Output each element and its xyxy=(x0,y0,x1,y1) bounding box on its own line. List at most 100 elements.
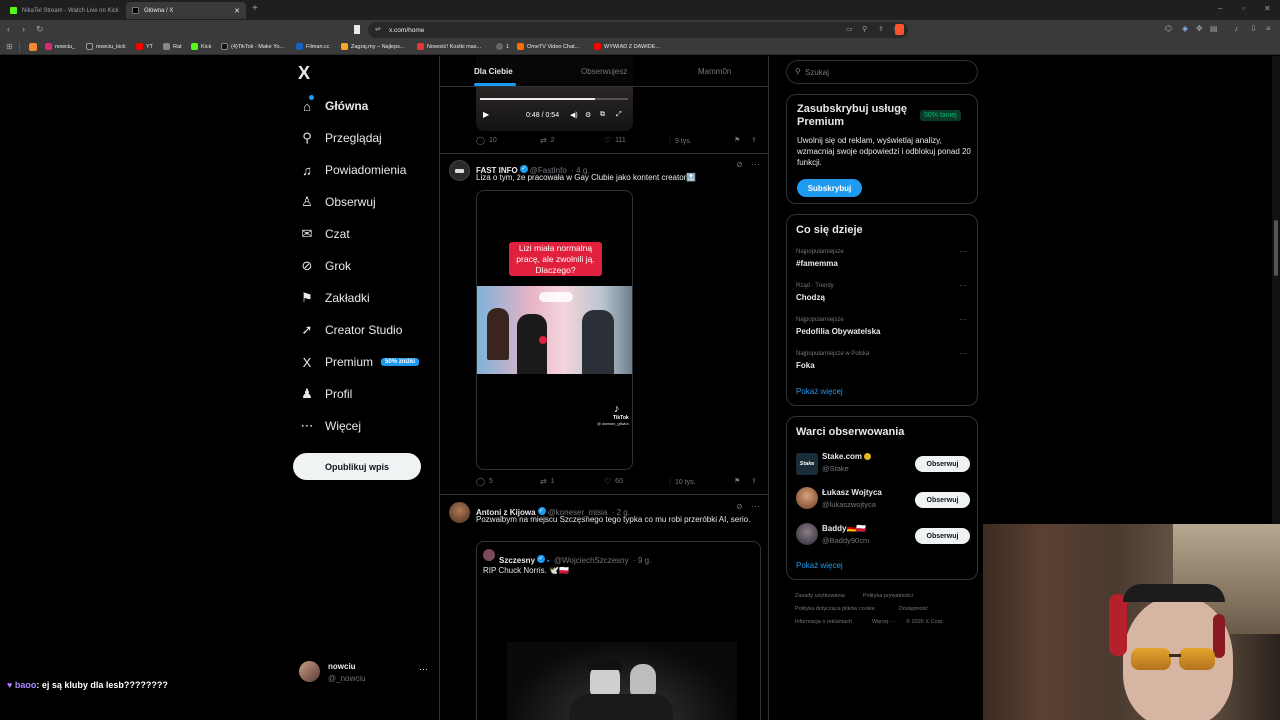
nav-item-g-wna[interactable]: ⌂ Główna xyxy=(298,93,368,119)
music-icon[interactable]: ♪ xyxy=(1234,24,1238,33)
nav-item-przegl-daj[interactable]: ⚲ Przeglądaj xyxy=(298,125,381,151)
play-icon[interactable]: ▶ xyxy=(483,110,489,119)
reply-button[interactable]: ◯ 5 xyxy=(476,477,493,486)
close-window-icon[interactable]: ✕ xyxy=(1264,4,1271,13)
tab-for-you[interactable]: Dla Ciebie xyxy=(474,67,513,76)
tab-following[interactable]: Obserwujesz xyxy=(581,67,627,76)
bookmark-tiktok[interactable]: (4)TikTok - Make Yo... xyxy=(221,43,284,50)
repost-button[interactable]: ⇄ 2 xyxy=(540,136,555,145)
trend-more-icon[interactable]: ··· xyxy=(959,281,967,290)
minimize-icon[interactable]: – xyxy=(1218,4,1222,13)
bookmark-nowciu[interactable]: nowciu_ xyxy=(45,43,75,50)
antoni-avatar[interactable] xyxy=(449,502,470,523)
footer-ads-link[interactable]: Informacja o reklamach xyxy=(795,619,852,625)
zoom-icon[interactable]: ⚲ xyxy=(862,25,867,33)
extension-2-icon[interactable]: ◈ xyxy=(1182,24,1188,33)
share-icon[interactable]: ⇪ xyxy=(751,477,757,485)
volume-icon[interactable]: ◀) xyxy=(570,111,578,119)
grok-icon[interactable]: ⊘ xyxy=(736,160,743,169)
footer-accessibility-link[interactable]: Dostępność xyxy=(899,606,928,612)
sidebar-icon[interactable]: ▤ xyxy=(1210,24,1218,33)
footer-more-link[interactable]: Więcej ··· xyxy=(872,619,896,625)
more-icon[interactable]: ··· xyxy=(751,501,760,511)
back-icon[interactable]: ‹ xyxy=(7,24,10,34)
tab-kick-stream[interactable]: NikaTel Stream - Watch Live on Kick xyxy=(4,2,122,19)
url-input[interactable]: ⇌ x.com/home ▭ ⚲ ⇪ ☆ xyxy=(368,22,908,38)
scrollbar-thumb[interactable] xyxy=(1274,220,1278,276)
bookmark-rat[interactable]: Rat xyxy=(163,43,182,50)
forward-icon[interactable]: › xyxy=(22,24,25,34)
more-icon[interactable]: ··· xyxy=(751,159,760,169)
tweet-video[interactable]: Lizi miała normalną pracę, ale zwolnili … xyxy=(476,190,633,470)
bookmark-filman[interactable]: Filman.cc xyxy=(296,43,330,50)
bookmark-folder-icon[interactable] xyxy=(29,43,37,51)
download-icon[interactable]: ⇩ xyxy=(1250,24,1257,33)
follow-name[interactable]: Łukasz Wojtyca xyxy=(822,488,882,497)
bookmark-nowciu-kick[interactable]: nowciu_kick xyxy=(86,43,126,50)
video-progress-track[interactable] xyxy=(480,98,628,100)
nav-item-premium[interactable]: X Premium 50% zniżki xyxy=(298,349,420,375)
follow-name[interactable]: Stake.com xyxy=(822,452,872,461)
screen-icon[interactable]: ▭ xyxy=(846,25,853,33)
footer-cookie-link[interactable]: Polityka dotycząca plików cookie xyxy=(795,606,875,612)
nav-item-creator-studio[interactable]: ➚ Creator Studio xyxy=(298,317,403,343)
x-logo[interactable]: X xyxy=(298,63,310,84)
follow-name[interactable]: Baddy🇩🇪🇵🇱 xyxy=(822,524,866,533)
fastinfo-avatar[interactable] xyxy=(449,160,470,181)
extension-icon[interactable]: ⌬ xyxy=(1165,24,1172,33)
footer-terms-link[interactable]: Zasady użytkowania xyxy=(795,593,845,599)
grok-icon[interactable]: ⊘ xyxy=(736,502,743,511)
trend-more-icon[interactable]: ··· xyxy=(959,247,967,256)
search-input[interactable]: ⚲ Szukaj xyxy=(786,60,978,84)
bookmark-zagraj[interactable]: Zagraj.my – Najleps... xyxy=(341,43,405,50)
bookmark-ometv[interactable]: OmeTV Video Chat... xyxy=(517,43,579,50)
quote-tweet[interactable]: Szczesny ✓ ▪ @WojciechSzczesny · 9 g. RIP … xyxy=(476,541,761,720)
baddy-avatar[interactable] xyxy=(796,523,818,545)
brave-shield-icon[interactable] xyxy=(895,24,904,35)
close-tab-icon[interactable]: ✕ xyxy=(234,7,240,15)
repost-button[interactable]: ⇄ 1 xyxy=(540,477,555,486)
tab-x-home[interactable]: Główna / X ✕ xyxy=(126,2,246,19)
trends-show-more-link[interactable]: Pokaż więcej xyxy=(796,387,843,396)
account-switcher[interactable]: nowciu @_nowciu ··· xyxy=(298,658,438,686)
nav-item-zak-adki[interactable]: ⚑ Zakładki xyxy=(298,285,370,311)
follow-button[interactable]: Obserwuj xyxy=(915,492,970,508)
nav-item-wi-cej[interactable]: ⋯ Więcej xyxy=(298,413,362,439)
nav-item-grok[interactable]: ⊘ Grok xyxy=(298,253,351,279)
bookmark-1[interactable]: 1 xyxy=(496,43,509,50)
like-button[interactable]: ♡ 111 xyxy=(604,136,626,145)
footer-privacy-link[interactable]: Polityka prywatności xyxy=(863,593,913,599)
like-button[interactable]: ♡ 60 xyxy=(604,477,623,486)
pip-icon[interactable]: ⧉ xyxy=(600,111,605,119)
stake-avatar[interactable]: Stake xyxy=(796,453,818,475)
views-button[interactable]: ⫶ 10 tys. xyxy=(669,477,696,487)
account-menu-icon[interactable]: ··· xyxy=(419,664,428,674)
bookmark-kick[interactable]: Kick xyxy=(191,43,211,50)
share-icon[interactable]: ⇪ xyxy=(751,136,757,144)
reply-button[interactable]: ◯ 10 xyxy=(476,136,497,145)
bookmark-kostki[interactable]: Nowość! Kostki mas... xyxy=(417,43,481,50)
tab-mammon[interactable]: Mamm0n xyxy=(698,67,731,76)
nav-item-powiadomienia[interactable]: ♫ Powiadomienia xyxy=(298,157,406,183)
nav-item-czat[interactable]: ✉ Czat xyxy=(298,221,350,247)
trend-more-icon[interactable]: ··· xyxy=(959,315,967,324)
follow-show-more-link[interactable]: Pokaż więcej xyxy=(796,561,843,570)
puzzle-icon[interactable]: ✥ xyxy=(1196,24,1203,33)
maximize-icon[interactable]: ▫ xyxy=(1242,4,1245,13)
follow-button[interactable]: Obserwuj xyxy=(915,456,970,472)
post-button[interactable]: Opublikuj wpis xyxy=(293,453,421,480)
menu-icon[interactable]: ≡ xyxy=(1266,24,1271,33)
trend-more-icon[interactable]: ··· xyxy=(959,349,967,358)
fullscreen-icon[interactable]: ⤢ xyxy=(616,111,622,119)
share-icon[interactable]: ⇪ xyxy=(878,25,884,33)
settings-icon[interactable]: ⚙ xyxy=(585,111,591,119)
bookmark-icon[interactable]: ⚑ xyxy=(734,136,740,144)
bookmark-page-icon[interactable] xyxy=(354,25,360,34)
apps-grid-icon[interactable]: ⊞ xyxy=(6,42,13,51)
nav-item-obserwuj[interactable]: ♙ Obserwuj xyxy=(298,189,376,215)
new-tab-button[interactable]: + xyxy=(252,3,258,14)
bookmark-yt[interactable]: YT xyxy=(136,43,153,50)
views-button[interactable]: ⫶ 9 tys. xyxy=(669,136,692,146)
lukasz-avatar[interactable] xyxy=(796,487,818,509)
nav-item-profil[interactable]: ♟ Profil xyxy=(298,381,352,407)
